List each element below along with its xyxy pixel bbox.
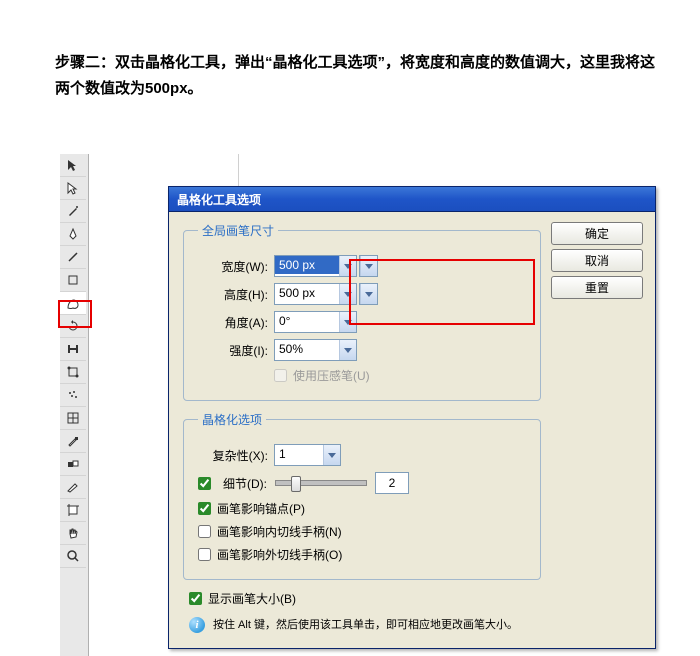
show-brush-input[interactable] <box>189 592 202 605</box>
intensity-label: 强度(I): <box>198 342 268 359</box>
tool-mesh[interactable] <box>60 407 86 430</box>
dialog-titlebar[interactable]: 晶格化工具选项 <box>169 187 655 212</box>
show-brush-size-checkbox[interactable]: 显示画笔大小(B) <box>189 590 541 607</box>
tool-selection[interactable] <box>60 154 86 177</box>
detail-value[interactable] <box>375 472 409 494</box>
tool-free-transform[interactable] <box>60 361 86 384</box>
slider-thumb[interactable] <box>291 476 301 492</box>
use-pressure-input <box>274 369 287 382</box>
tool-line[interactable] <box>60 246 86 269</box>
intensity-input[interactable] <box>275 340 339 358</box>
tool-pen[interactable] <box>60 223 86 246</box>
width-label: 宽度(W): <box>198 258 268 275</box>
affect-in-tangent-checkbox[interactable]: 画笔影响内切线手柄(N) <box>198 523 530 540</box>
complexity-label: 复杂性(X): <box>198 447 268 464</box>
angle-row: 角度(A): <box>198 311 530 333</box>
detail-check-input[interactable] <box>198 477 211 490</box>
tool-symbol-sprayer[interactable] <box>60 384 86 407</box>
affect-out-tangent-checkbox[interactable]: 画笔影响外切线手柄(O) <box>198 546 530 563</box>
chevron-down-icon[interactable] <box>360 256 377 276</box>
angle-field[interactable] <box>274 311 357 333</box>
affect-in-label: 画笔影响内切线手柄(N) <box>217 523 342 540</box>
tip-row: 按住 Alt 键，然后使用该工具单击，即可相应地更改画笔大小。 <box>189 617 541 634</box>
tool-slice[interactable] <box>60 476 86 499</box>
crystallize-options-group: 晶格化选项 复杂性(X): 细节(D): <box>183 411 541 580</box>
tool-crystallize[interactable] <box>60 292 86 315</box>
tool-blend[interactable] <box>60 453 86 476</box>
tool-artboard[interactable] <box>60 499 86 522</box>
global-brush-legend: 全局画笔尺寸 <box>198 222 278 239</box>
width-unit-picker[interactable] <box>359 255 378 277</box>
tip-text: 按住 Alt 键，然后使用该工具单击，即可相应地更改画笔大小。 <box>213 617 518 634</box>
show-brush-label: 显示画笔大小(B) <box>208 590 296 607</box>
detail-row: 细节(D): <box>198 472 530 494</box>
height-label: 高度(H): <box>198 286 268 303</box>
angle-input[interactable] <box>275 312 339 330</box>
tool-direct-select[interactable] <box>60 177 86 200</box>
chevron-down-icon[interactable] <box>339 340 356 360</box>
reset-button[interactable]: 重置 <box>551 276 643 299</box>
step-instruction: 步骤二：双击晶格化工具，弹出“晶格化工具选项”，将宽度和高度的数值调大，这里我将… <box>55 50 660 101</box>
info-icon <box>189 617 205 633</box>
complexity-field[interactable] <box>274 444 341 466</box>
chevron-down-icon[interactable] <box>323 445 340 465</box>
width-row: 宽度(W): <box>198 255 530 277</box>
width-field[interactable] <box>274 255 357 277</box>
affect-anchor-checkbox[interactable]: 画笔影响锚点(P) <box>198 500 530 517</box>
screenshot-area: 晶格化工具选项 全局画笔尺寸 宽度(W): <box>60 154 655 656</box>
affect-anchor-label: 画笔影响锚点(P) <box>217 500 305 517</box>
chevron-down-icon[interactable] <box>339 284 356 304</box>
tool-palette <box>60 154 89 656</box>
complexity-input[interactable] <box>275 445 323 463</box>
affect-out-input[interactable] <box>198 548 211 561</box>
page-root: 步骤二：双击晶格化工具，弹出“晶格化工具选项”，将宽度和高度的数值调大，这里我将… <box>0 0 700 656</box>
tool-magic-wand[interactable] <box>60 200 86 223</box>
crystallize-options-legend: 晶格化选项 <box>198 411 266 428</box>
height-field[interactable] <box>274 283 357 305</box>
tool-shape[interactable] <box>60 269 86 292</box>
detail-slider[interactable] <box>275 480 367 486</box>
complexity-row: 复杂性(X): <box>198 444 530 466</box>
dialog-title: 晶格化工具选项 <box>177 191 261 208</box>
tool-eyedropper[interactable] <box>60 430 86 453</box>
intensity-field[interactable] <box>274 339 357 361</box>
tool-hand[interactable] <box>60 522 86 545</box>
chevron-down-icon[interactable] <box>339 312 356 332</box>
detail-label: 细节(D): <box>223 475 267 492</box>
crystallize-options-dialog: 晶格化工具选项 全局画笔尺寸 宽度(W): <box>168 186 656 649</box>
angle-label: 角度(A): <box>198 314 268 331</box>
tool-rotate[interactable] <box>60 315 86 338</box>
detail-checkbox[interactable]: 细节(D): <box>198 475 267 492</box>
chevron-down-icon[interactable] <box>360 284 377 304</box>
height-input[interactable] <box>275 284 339 302</box>
tool-zoom[interactable] <box>60 545 86 568</box>
height-unit-picker[interactable] <box>359 283 378 305</box>
intensity-row: 强度(I): <box>198 339 530 361</box>
tool-width[interactable] <box>60 338 86 361</box>
ok-button[interactable]: 确定 <box>551 222 643 245</box>
global-brush-group: 全局画笔尺寸 宽度(W): 高度(H): <box>183 222 541 401</box>
affect-out-label: 画笔影响外切线手柄(O) <box>217 546 342 563</box>
width-input[interactable] <box>275 256 339 274</box>
affect-anchor-input[interactable] <box>198 502 211 515</box>
cancel-button[interactable]: 取消 <box>551 249 643 272</box>
use-pressure-label: 使用压感笔(U) <box>293 367 370 384</box>
height-row: 高度(H): <box>198 283 530 305</box>
affect-in-input[interactable] <box>198 525 211 538</box>
chevron-down-icon[interactable] <box>339 256 356 276</box>
use-pressure-checkbox: 使用压感笔(U) <box>274 367 530 384</box>
